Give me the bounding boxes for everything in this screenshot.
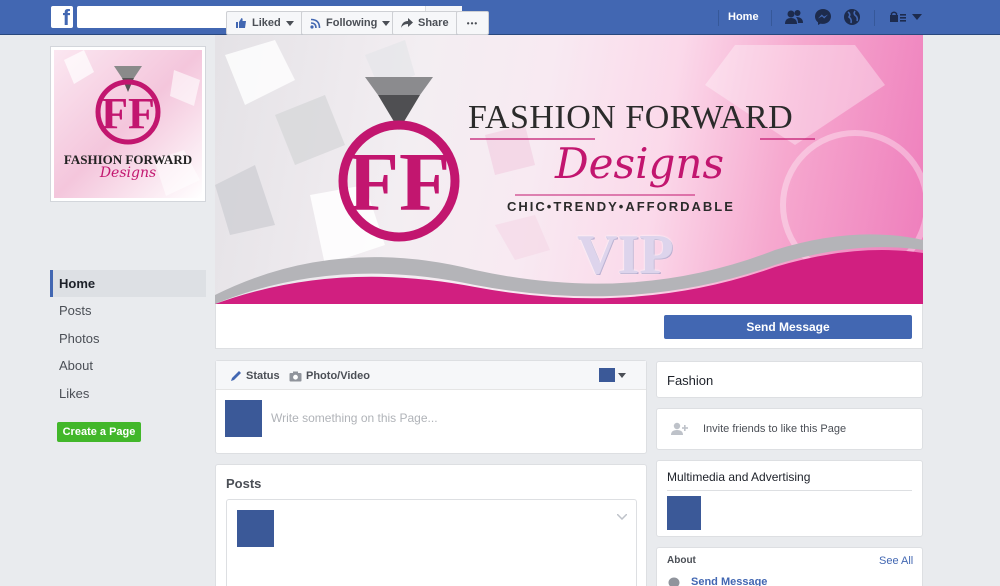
divider [667,490,912,491]
about-card: About See All Send Message [656,547,923,586]
svg-text:FF: FF [101,89,155,138]
sidebar-item-likes[interactable]: Likes [50,380,206,407]
liked-button[interactable]: Liked [226,11,303,35]
posts-section: Posts [215,464,647,586]
post-composer: Status Photo/Video Write something on th… [215,360,647,454]
multimedia-label[interactable]: Multimedia and Advertising [667,470,810,484]
profile-picture[interactable]: FF FASHION FORWARD Designs [50,46,206,202]
posts-heading: Posts [226,476,262,491]
facebook-logo[interactable]: f [51,6,73,28]
cover-vip-badge: VIP [577,224,674,286]
post-card [226,499,637,586]
category-card: Fashion [656,361,923,398]
cover-photo[interactable]: FF FASHION FORWARD Designs CHIC•TRENDY•A… [215,35,923,304]
more-options-button[interactable]: ••• [456,11,489,35]
caret-down-icon [285,20,294,26]
more-icon: ••• [466,18,479,28]
composer-tabs: Status Photo/Video [216,361,646,390]
avatar [225,400,262,437]
cover-title: FASHION FORWARD [468,99,794,136]
rss-icon [310,18,321,29]
messenger-icon [668,577,680,586]
following-button[interactable]: Following [301,11,400,35]
home-link[interactable]: Home [728,11,759,23]
globe-icon[interactable] [842,8,862,26]
page-category[interactable]: Fashion [667,373,713,388]
avatar[interactable] [667,496,701,530]
cover-tagline: CHIC•TRENDY•AFFORDABLE [507,199,735,214]
svg-text:FF: FF [348,136,451,229]
top-navigation-bar: f Home [0,0,1000,35]
sidebar-item-home[interactable]: Home [50,270,206,297]
following-label: Following [326,17,378,29]
avatar [237,510,274,547]
composer-input[interactable]: Write something on this Page... [271,411,438,425]
divider [718,10,719,26]
caret-down-icon[interactable] [618,373,626,378]
tab-photo-video[interactable]: Photo/Video [289,370,370,382]
divider [874,10,875,26]
caret-down-icon [382,20,391,26]
create-page-button[interactable]: Create a Page [57,422,141,442]
friends-icon[interactable] [784,8,804,26]
tab-status-label: Status [246,370,280,382]
sidebar-item-photos[interactable]: Photos [50,325,206,352]
tab-status[interactable]: Status [230,370,280,382]
about-send-message-link[interactable]: Send Message [691,576,767,586]
invite-friends-card[interactable]: Invite friends to like this Page [656,408,923,450]
sidebar-item-posts[interactable]: Posts [50,297,206,324]
pencil-icon [231,371,241,381]
profile-logo: FF FASHION FORWARD Designs [54,50,202,198]
messenger-icon[interactable] [813,8,833,26]
invite-friends-label: Invite friends to like this Page [703,423,847,435]
caret-down-icon[interactable] [910,8,924,26]
liked-label: Liked [252,17,281,29]
privacy-icon[interactable] [888,8,908,26]
camera-icon [289,371,302,381]
divider [771,10,772,26]
cover-script: Designs [555,139,725,188]
chevron-down-icon[interactable] [617,514,627,520]
post-as-avatar[interactable] [599,368,615,382]
sidebar-item-about[interactable]: About [50,352,206,379]
see-all-link[interactable]: See All [879,555,913,567]
share-button[interactable]: Share [392,11,458,35]
add-friend-icon [671,422,688,435]
share-icon [401,18,413,28]
send-message-button[interactable]: Send Message [664,315,912,339]
profile-brand-script: Designs [99,165,157,181]
about-heading: About [667,555,696,566]
tab-photo-video-label: Photo/Video [306,370,370,382]
share-label: Share [418,17,449,29]
thumbs-up-icon [236,18,246,28]
multimedia-card: Multimedia and Advertising [656,460,923,537]
